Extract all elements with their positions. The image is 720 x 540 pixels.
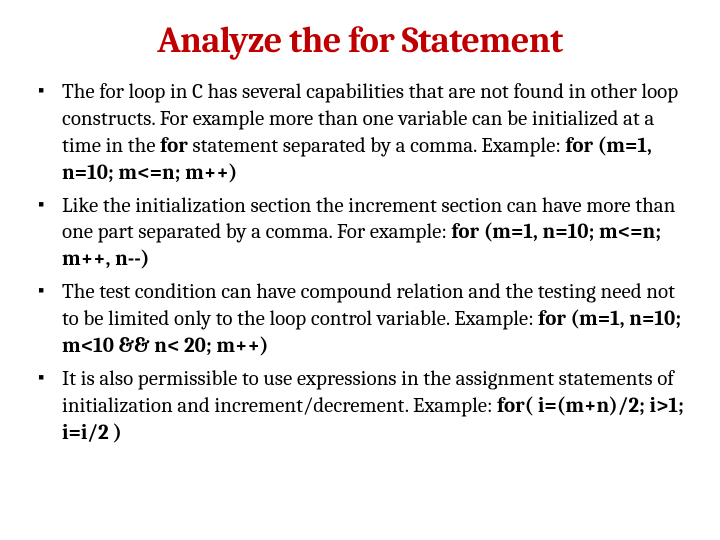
bullet-list: The for loop in C has several capabiliti… [28,79,692,446]
bullet-bold: for [160,134,188,158]
slide-title: Analyze the for Statement [28,20,692,61]
bullet-text: statement separated by a comma. Example: [188,134,566,158]
list-item: The test condition can have compound rel… [62,279,692,360]
list-item: The for loop in C has several capabiliti… [62,79,692,187]
list-item: It is also permissible to use expression… [62,366,692,447]
slide: Analyze the for Statement The for loop i… [0,0,720,540]
list-item: Like the initialization section the incr… [62,193,692,274]
